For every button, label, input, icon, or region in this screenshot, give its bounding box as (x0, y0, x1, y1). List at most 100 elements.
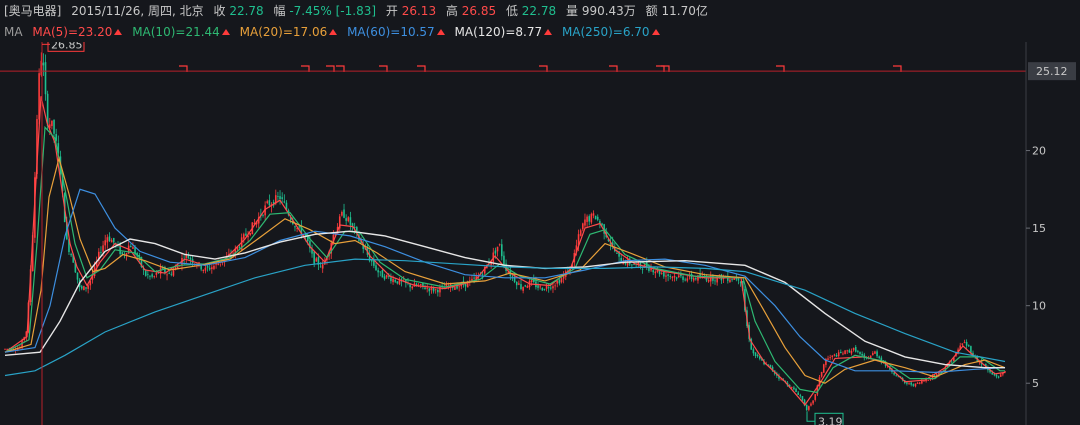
y-tick-label: 20 (1032, 145, 1046, 158)
candle-body (808, 406, 810, 410)
candle-body (854, 346, 857, 352)
candle-body (543, 289, 546, 290)
candle-body (511, 276, 514, 278)
candle-body (147, 274, 149, 276)
moving-average-lines (4, 96, 1006, 406)
candle-body (170, 273, 173, 275)
candle-body (805, 404, 808, 411)
candle-body (814, 394, 817, 400)
candle-body (831, 355, 834, 357)
candle-body (347, 217, 350, 222)
candle-body (673, 275, 676, 278)
candle-body (912, 384, 915, 386)
candle-body (351, 223, 354, 226)
candle-body (537, 285, 539, 288)
candle-body (53, 119, 55, 134)
candle-body (104, 240, 107, 246)
candle-body (663, 271, 665, 277)
low-annotation-label: 3.19 (818, 415, 843, 425)
change-abs: [-1.83] (335, 4, 377, 18)
candle-body (675, 277, 678, 279)
ma-legend: MA MA(5)=23.20 MA(10)=21.44 MA(20)=17.06… (0, 22, 1080, 42)
candle-body (249, 233, 252, 236)
candle-body (208, 267, 211, 270)
candle-body (70, 253, 72, 256)
candle-body (558, 279, 561, 284)
candle-body (454, 287, 456, 290)
candle-body (426, 288, 428, 289)
candle-body (923, 380, 925, 382)
y-tick-label: 5 (1032, 377, 1039, 390)
candle-body (343, 209, 345, 218)
candle-body (83, 286, 85, 291)
ma20-up-arrow-icon (329, 29, 338, 35)
candle-body (596, 216, 599, 220)
candle-body (633, 264, 635, 266)
candle-body (520, 284, 522, 289)
candle-body (515, 281, 518, 286)
candle-body (428, 288, 431, 292)
candle-body (106, 237, 109, 243)
candle-body (827, 358, 829, 360)
candle-body (812, 400, 814, 404)
candle-body (390, 277, 392, 282)
candle-body (756, 355, 759, 357)
candle-body (895, 375, 898, 377)
candle-body (874, 351, 876, 354)
candle-body (878, 356, 881, 358)
ma60-label: MA(60)=10.57 (347, 25, 435, 39)
kline-chart[interactable]: 25.12 5 10 15 20 26.85 3.19 (0, 42, 1080, 425)
candle-body (810, 403, 812, 406)
candle-body (967, 345, 970, 347)
amount-label: 额 (645, 4, 658, 18)
candle-body (545, 285, 548, 289)
candle-body (660, 273, 663, 274)
candle-body (852, 347, 855, 351)
open-label: 开 (385, 4, 398, 18)
candle-body (238, 247, 241, 249)
candle-body (914, 383, 917, 387)
candle-body (155, 272, 158, 275)
stock-name[interactable]: [奥马电器] (4, 4, 61, 18)
candle-body (906, 382, 908, 384)
candle-body (108, 236, 111, 241)
candle-body (434, 289, 437, 291)
candle-body (189, 257, 192, 260)
candle-body (556, 280, 559, 284)
candle-body (298, 226, 301, 228)
candle-body (714, 280, 716, 282)
candle-body (424, 287, 426, 290)
candle-body (187, 255, 190, 259)
candle-body (547, 287, 550, 289)
candle-body (641, 268, 644, 270)
candle-body (560, 278, 563, 283)
candle-body (684, 279, 686, 281)
candle-body (588, 216, 591, 222)
candle-body (686, 278, 689, 281)
candle-body (144, 270, 147, 276)
ma-prefix[interactable]: MA (4, 25, 23, 39)
candle-body (501, 244, 503, 257)
candle-body (375, 265, 377, 271)
candle-body (266, 201, 269, 203)
ma5-line (4, 96, 1006, 406)
candle-body (579, 230, 582, 236)
candle-body (682, 276, 684, 280)
candle-body (349, 217, 352, 225)
candle-body (379, 271, 382, 273)
candle-body (910, 382, 912, 385)
candle-body (153, 276, 156, 277)
candle-body (707, 279, 710, 282)
candle-body (110, 240, 113, 243)
candle-body (690, 273, 693, 280)
candle-body (665, 275, 667, 277)
close-value: 22.78 (229, 4, 264, 18)
candle-body (76, 272, 79, 280)
candle-body (383, 276, 386, 280)
candle-body (554, 285, 556, 287)
candle-body (494, 250, 497, 254)
candle-body (631, 264, 633, 266)
candle-body (857, 351, 859, 352)
candle-body (550, 287, 552, 289)
candle-body (473, 277, 475, 279)
